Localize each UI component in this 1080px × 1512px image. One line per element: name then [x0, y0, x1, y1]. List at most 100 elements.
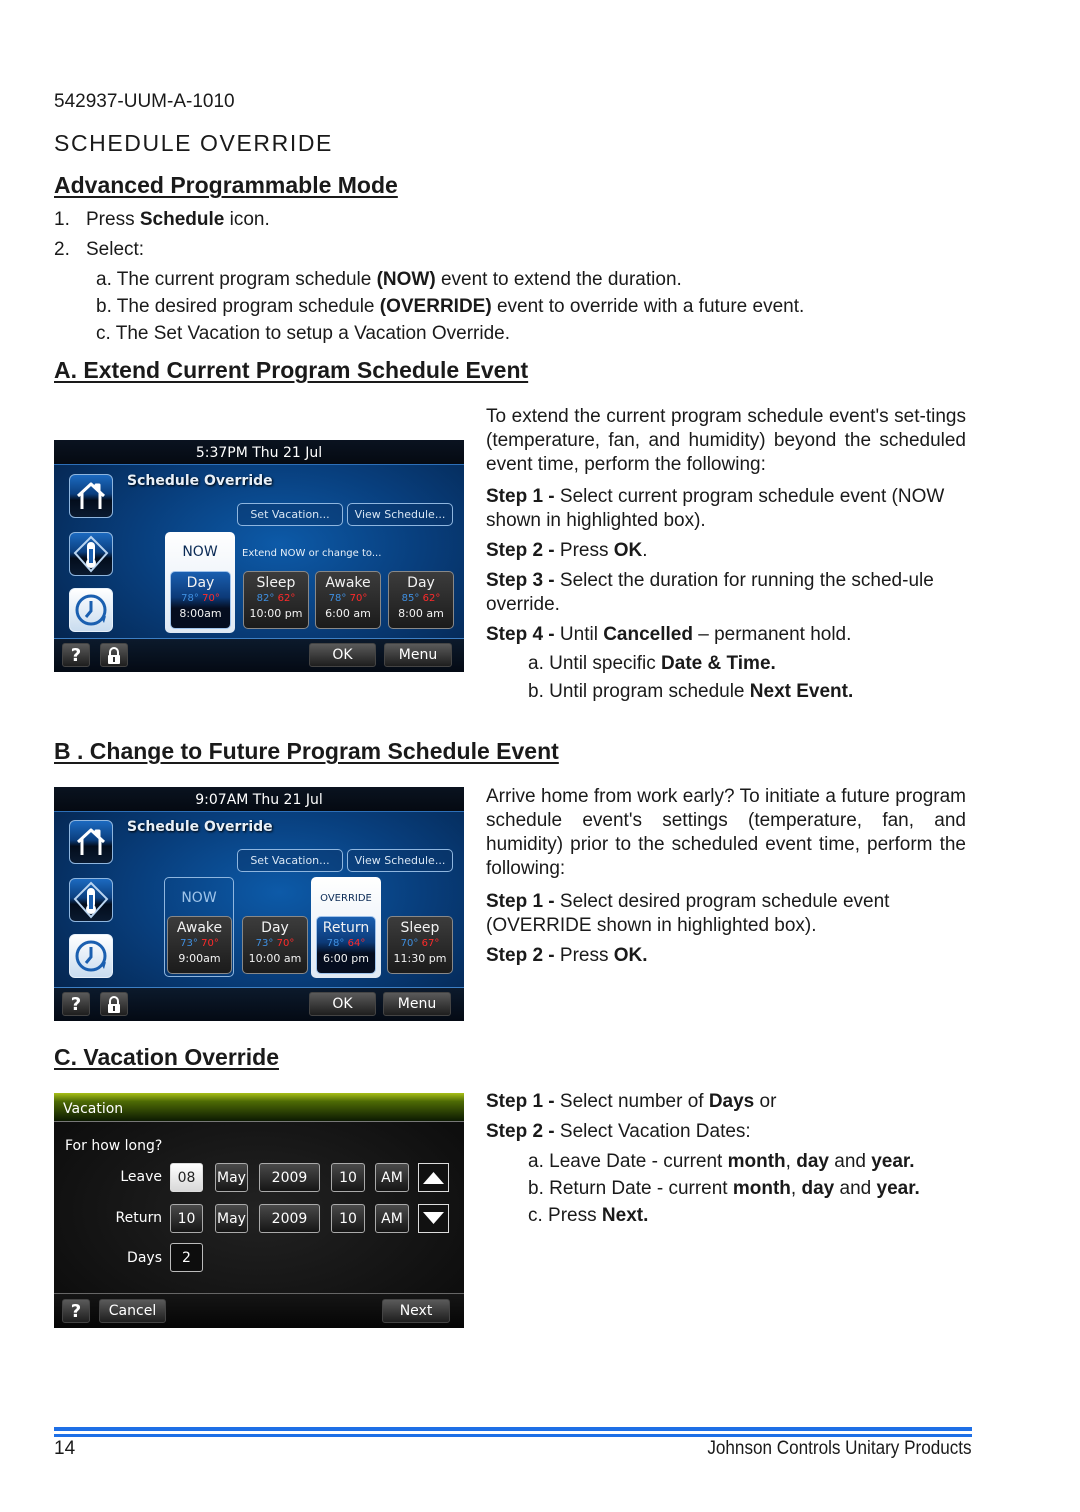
event-card[interactable]: Sleep 82° 62° 10:00 pm [243, 571, 309, 629]
leave-month-field[interactable]: May [215, 1163, 248, 1192]
step-item: Step 2 - Press OK. [486, 945, 648, 966]
event-card[interactable]: Awake 73° 70° 9:00am [167, 916, 232, 974]
decrement-button[interactable] [418, 1204, 449, 1233]
sub-list-item: a. The current program schedule (NOW) ev… [96, 269, 682, 290]
thermometer-icon [73, 535, 109, 573]
leave-year-field[interactable]: 2009 [259, 1163, 320, 1192]
extend-hint: Extend NOW or change to... [242, 548, 382, 559]
view-schedule-button[interactable]: View Schedule... [347, 503, 453, 526]
lock-icon [108, 996, 120, 1013]
return-hour-field[interactable]: 10 [331, 1204, 365, 1233]
page-number: 14 [54, 1438, 76, 1459]
event-card[interactable]: Sleep 70° 67° 11:30 pm [387, 916, 453, 974]
section-b-intro: Arrive home from work early? To initiate… [486, 786, 966, 879]
increment-button[interactable] [418, 1163, 449, 1192]
screen-title: Vacation [54, 1093, 464, 1122]
help-button[interactable]: ? [62, 643, 90, 667]
ok-button[interactable]: OK [309, 643, 376, 667]
temperature-button[interactable] [69, 532, 113, 576]
step-item: Step 1 - Select current program schedule… [486, 486, 945, 531]
home-button[interactable] [69, 820, 113, 864]
document-id: 542937-UUM-A-1010 [54, 91, 235, 112]
bottom-bar: ? OK Menu [54, 987, 464, 1021]
thermostat-screen-extend: 5:37PM Thu 21 Jul Schedule Override Set … [54, 440, 464, 672]
schedule-button[interactable] [69, 934, 113, 978]
clock-icon [75, 940, 107, 972]
step-item: Step 1 - Select desired program schedule… [486, 891, 890, 936]
step-item: Step 2 - Select Vacation Dates: [486, 1121, 751, 1142]
section-title: SCHEDULE OVERRIDE [54, 130, 333, 156]
step-item: Step 1 - Select number of Days or [486, 1091, 777, 1112]
return-month-field[interactable]: May [215, 1204, 248, 1233]
heading-advanced-programmable-mode: Advanced Programmable Mode [54, 172, 398, 198]
leave-label: Leave [120, 1169, 162, 1185]
heading-section-b: B . Change to Future Program Schedule Ev… [54, 738, 559, 764]
footer-rule [54, 1427, 972, 1431]
next-button[interactable]: Next [382, 1299, 450, 1323]
set-vacation-button[interactable]: Set Vacation... [237, 503, 343, 526]
days-label: Days [127, 1250, 162, 1266]
heading-section-a: A. Extend Current Program Schedule Event [54, 357, 529, 383]
list-item: 2. Select: [54, 239, 145, 260]
question-label: For how long? [65, 1138, 163, 1154]
home-icon [76, 482, 106, 509]
help-button[interactable]: ? [62, 992, 90, 1016]
event-card[interactable]: Day 78° 70° 8:00am [170, 571, 231, 629]
return-ampm-field[interactable]: AM [375, 1204, 409, 1233]
down-arrow-icon [423, 1212, 444, 1224]
help-button[interactable]: ? [62, 1299, 90, 1323]
event-card[interactable]: Return 78° 64° 6:00 pm [316, 916, 376, 974]
override-label: OVERRIDE [320, 893, 372, 904]
home-button[interactable] [69, 474, 113, 518]
leave-day-field[interactable]: 08 [170, 1163, 203, 1192]
vacation-screen: Vacation For how long? Leave 08 May 2009… [54, 1093, 464, 1328]
now-label: NOW [182, 544, 218, 560]
bottom-bar: ? Cancel Next [54, 1293, 464, 1328]
return-label: Return [115, 1210, 162, 1226]
screen-title: Schedule Override [127, 819, 273, 835]
return-year-field[interactable]: 2009 [259, 1204, 320, 1233]
event-card[interactable]: Day 73° 70° 10:00 am [242, 916, 308, 974]
bottom-bar: ? OK Menu [54, 638, 464, 672]
schedule-button[interactable] [69, 588, 113, 632]
heading-section-c: C. Vacation Override [54, 1044, 279, 1070]
days-field[interactable]: 2 [170, 1243, 203, 1272]
temperature-button[interactable] [69, 878, 113, 922]
screen-title: Schedule Override [127, 473, 273, 489]
event-card[interactable]: Day 85° 62° 8:00 am [388, 571, 454, 629]
ok-button[interactable]: OK [309, 992, 376, 1016]
sub-list-item: a. Leave Date - current month, day and y… [528, 1151, 915, 1172]
sub-list-item: b. Return Date - current month, day and … [528, 1178, 920, 1199]
step-item: Step 4 - Until Cancelled – permanent hol… [486, 624, 852, 645]
lock-button[interactable] [100, 643, 128, 667]
lock-button[interactable] [100, 992, 128, 1016]
sub-list-item: b. The desired program schedule (OVERRID… [96, 296, 805, 317]
home-icon [76, 828, 106, 855]
thermometer-icon [73, 881, 109, 919]
menu-button[interactable]: Menu [384, 643, 452, 667]
list-item: 1. Press Schedule icon. [54, 209, 270, 230]
clock: 5:37PM Thu 21 Jul [54, 440, 464, 465]
footer-rule [54, 1434, 972, 1437]
sub-list-item: a. Until specific Date & Time. [528, 653, 776, 674]
up-arrow-icon [423, 1172, 444, 1184]
set-vacation-button[interactable]: Set Vacation... [237, 849, 343, 872]
cancel-button[interactable]: Cancel [99, 1299, 166, 1323]
clock: 9:07AM Thu 21 Jul [54, 787, 464, 812]
company-name: Johnson Controls Unitary Products [707, 1438, 972, 1459]
event-card[interactable]: Awake 78° 70° 6:00 am [315, 571, 381, 629]
section-a-intro: To extend the current program schedule e… [486, 406, 966, 475]
return-day-field[interactable]: 10 [170, 1204, 203, 1233]
view-schedule-button[interactable]: View Schedule... [347, 849, 453, 872]
sub-list-item: b. Until program schedule Next Event. [528, 681, 854, 702]
sub-list-item: c. Press Next. [528, 1205, 649, 1226]
sub-list-item: c. The Set Vacation to setup a Vacation … [96, 323, 511, 344]
leave-hour-field[interactable]: 10 [331, 1163, 365, 1192]
now-label: NOW [181, 890, 217, 906]
step-item: Step 2 - Press OK. [486, 540, 648, 561]
leave-ampm-field[interactable]: AM [375, 1163, 409, 1192]
step-item: Step 3 - Select the duration for running… [486, 570, 934, 615]
clock-icon [75, 594, 107, 626]
menu-button[interactable]: Menu [383, 992, 451, 1016]
lock-icon [108, 647, 120, 664]
